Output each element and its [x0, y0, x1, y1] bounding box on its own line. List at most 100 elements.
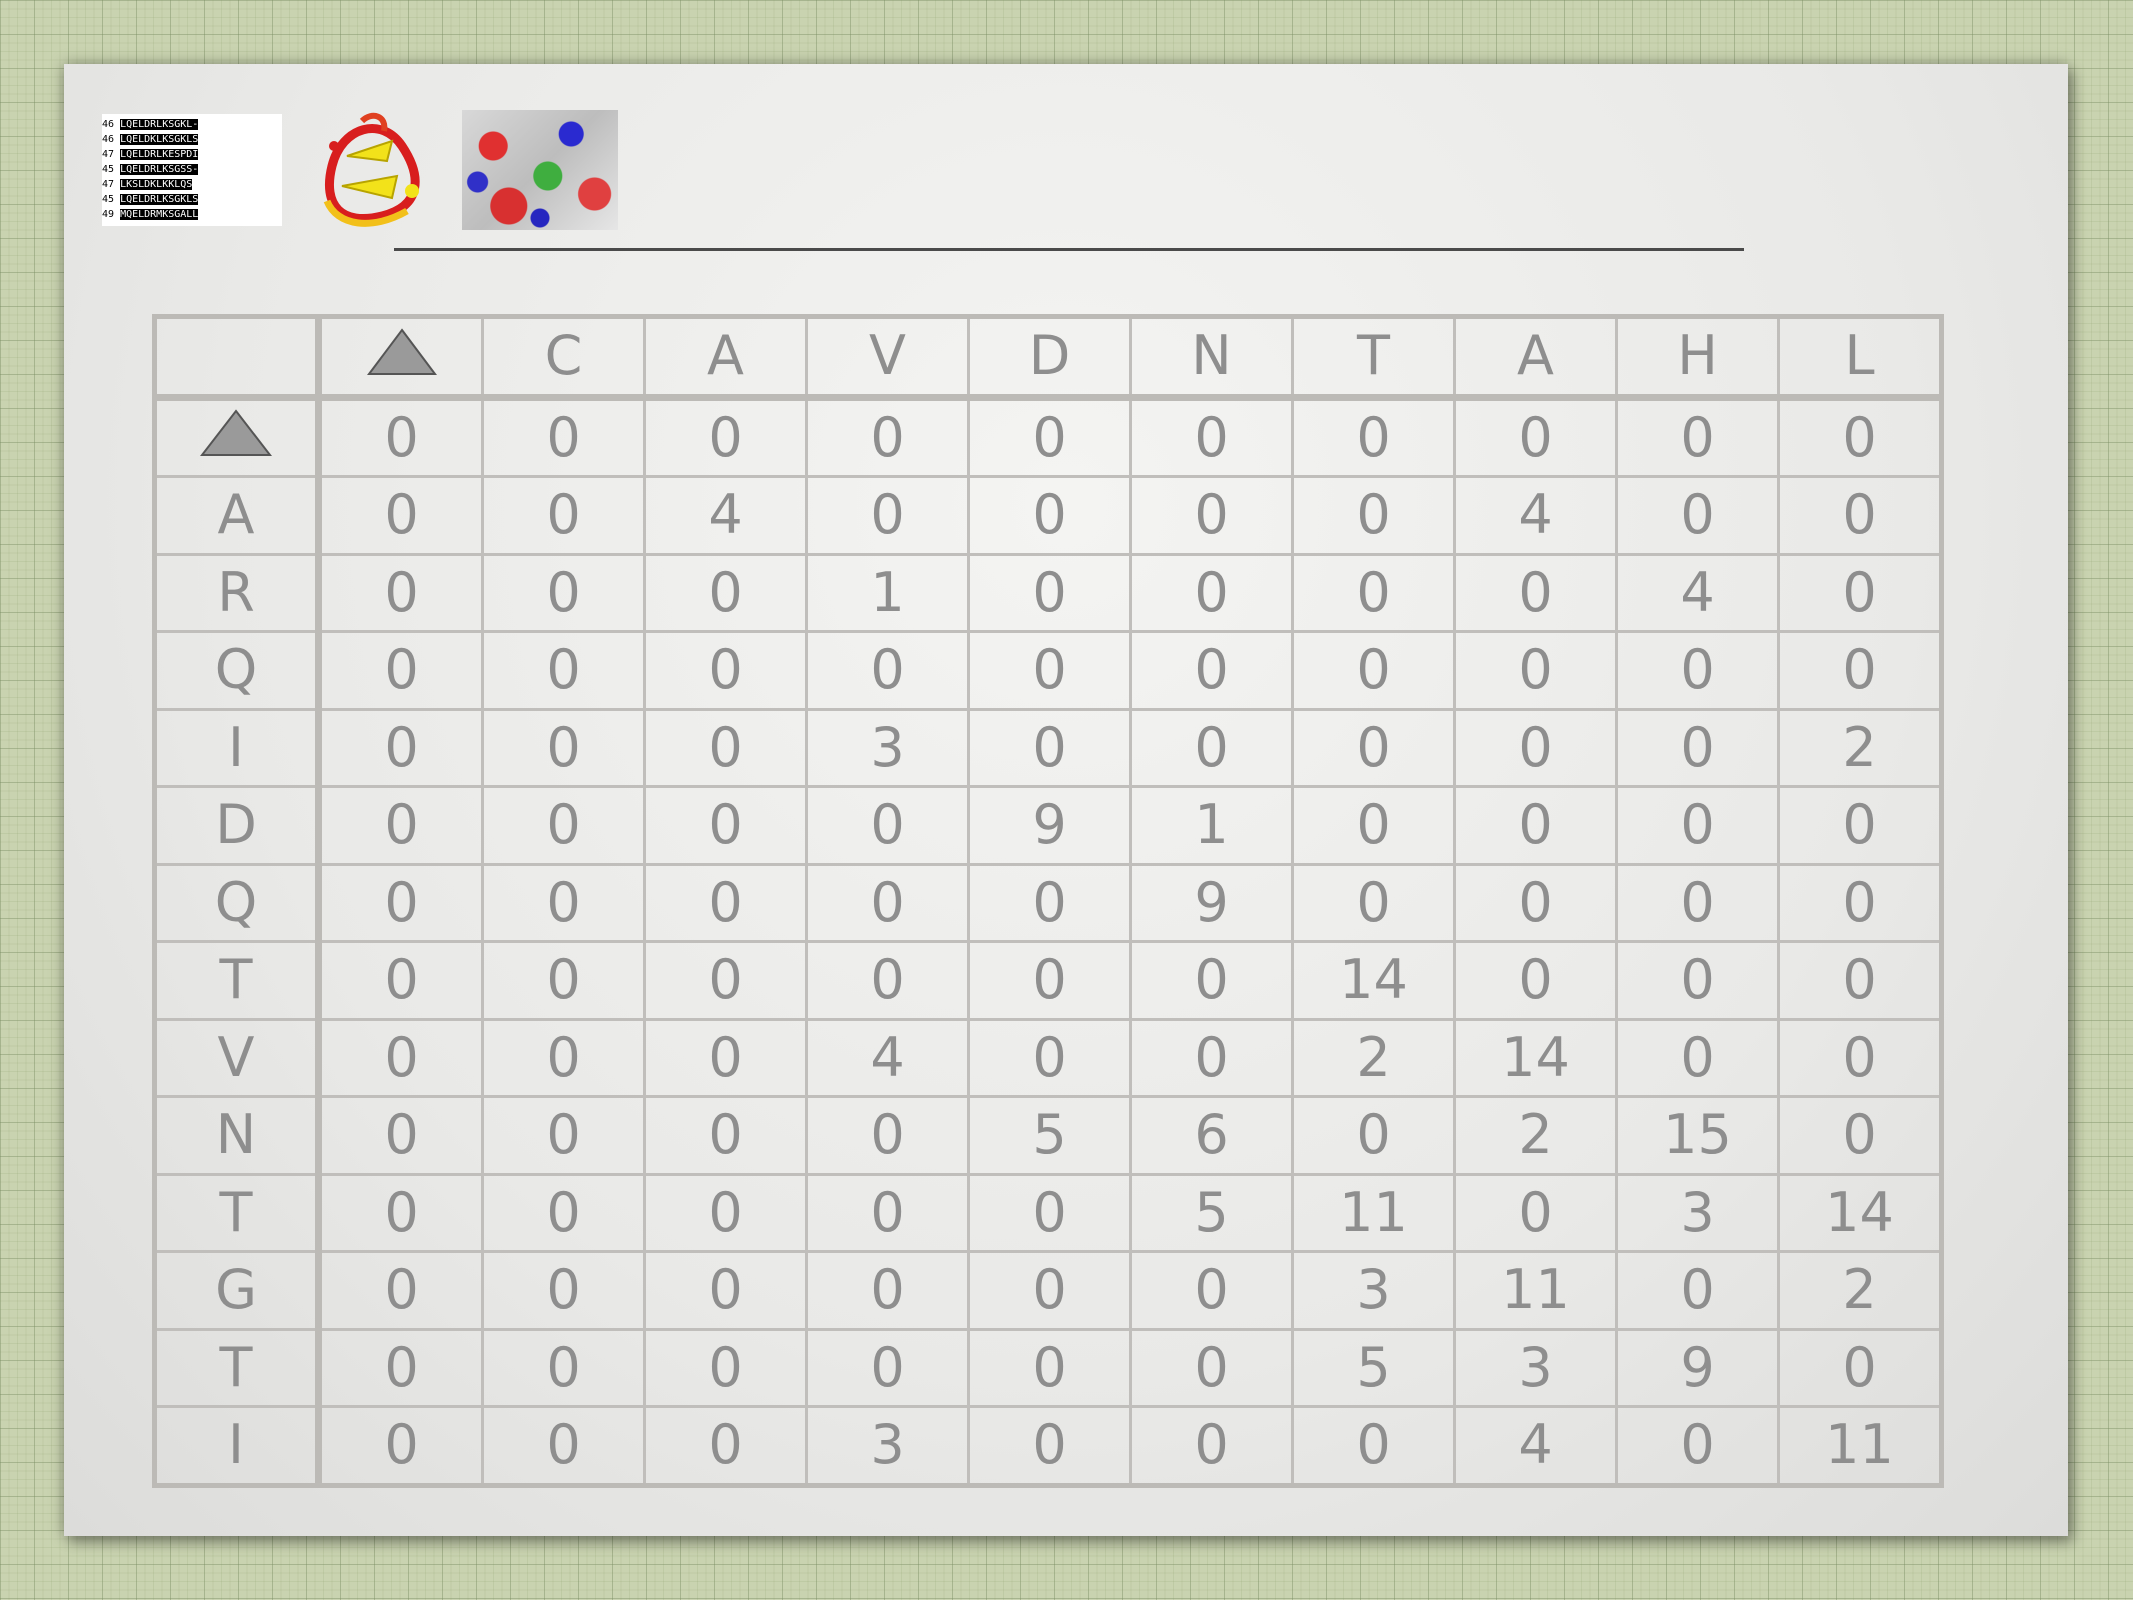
matrix-cell: 4 — [643, 475, 808, 556]
matrix-cell: 0 — [967, 1017, 1132, 1098]
row-header — [153, 395, 322, 478]
matrix-cell: 0 — [1291, 475, 1456, 556]
matrix-cell: 0 — [317, 862, 484, 943]
matrix-cell: 0 — [481, 707, 646, 788]
matrix-cell: 0 — [317, 1405, 484, 1487]
matrix-row: I0003000002 — [153, 707, 1943, 788]
matrix-cell: 3 — [805, 1405, 970, 1487]
matrix-cell: 0 — [805, 862, 970, 943]
matrix-cell: 0 — [1453, 707, 1618, 788]
alignment-line: 45 LQELDRLKSGKLS — [102, 194, 199, 205]
column-header: C — [481, 315, 646, 401]
matrix-cell: 14 — [1777, 1172, 1943, 1253]
matrix-cell: 3 — [1291, 1250, 1456, 1331]
matrix-row: 0000000000 — [153, 395, 1943, 478]
matrix-row: A0040000400 — [153, 475, 1943, 556]
matrix-row: R0001000040 — [153, 552, 1943, 633]
alignment-line: 46 LQELDRLKSGKL- — [102, 119, 199, 130]
matrix-cell: 0 — [1453, 862, 1618, 943]
matrix-cell: 0 — [1615, 862, 1780, 943]
matrix-cell: 0 — [481, 940, 646, 1021]
matrix-cell: 0 — [967, 630, 1132, 711]
matrix-cell: 0 — [317, 1250, 484, 1331]
matrix-cell: 0 — [317, 940, 484, 1021]
matrix-cell: 0 — [1129, 940, 1294, 1021]
column-header: L — [1777, 315, 1943, 401]
row-header: N — [153, 1095, 322, 1176]
matrix-cell: 0 — [1615, 395, 1780, 478]
matrix-cell: 0 — [1777, 552, 1943, 633]
matrix-cell: 0 — [643, 707, 808, 788]
matrix-cell: 0 — [805, 785, 970, 866]
matrix-cell: 0 — [643, 940, 808, 1021]
matrix-row: Q0000090000 — [153, 862, 1943, 943]
matrix-cell: 0 — [481, 1405, 646, 1487]
row-header: T — [153, 1327, 322, 1408]
matrix-cell: 0 — [1615, 630, 1780, 711]
matrix-cell: 0 — [1615, 785, 1780, 866]
matrix-cell: 0 — [967, 1250, 1132, 1331]
matrix-cell: 0 — [317, 1172, 484, 1253]
matrix-cell: 0 — [1129, 552, 1294, 633]
slide: 46 LQELDRLKSGKL- 46 LQELDKLKSGKLS 47 LQELD… — [64, 64, 2068, 1536]
matrix-cell: 0 — [1129, 707, 1294, 788]
matrix-cell: 1 — [1129, 785, 1294, 866]
matrix-cell: 0 — [1291, 1405, 1456, 1487]
matrix-cell: 0 — [1777, 940, 1943, 1021]
matrix-cell: 0 — [805, 940, 970, 1021]
matrix-corner-cell — [153, 315, 322, 401]
matrix-cell: 4 — [805, 1017, 970, 1098]
matrix-cell: 0 — [967, 862, 1132, 943]
matrix-cell: 9 — [967, 785, 1132, 866]
matrix-cell: 0 — [967, 1405, 1132, 1487]
matrix-cell: 4 — [1453, 475, 1618, 556]
matrix-cell: 0 — [1291, 707, 1456, 788]
column-header: H — [1615, 315, 1780, 401]
matrix-cell: 0 — [1453, 785, 1618, 866]
matrix-cell: 0 — [1291, 785, 1456, 866]
matrix-cell: 0 — [1453, 630, 1618, 711]
column-header: T — [1291, 315, 1456, 401]
gap-triangle-icon — [200, 409, 272, 457]
matrix-cell: 0 — [1291, 395, 1456, 478]
matrix-cell: 0 — [643, 1172, 808, 1253]
matrix-cell: 0 — [643, 1095, 808, 1176]
matrix-cell: 2 — [1453, 1095, 1618, 1176]
matrix-cell: 2 — [1291, 1017, 1456, 1098]
gap-triangle-icon — [366, 328, 437, 375]
matrix-cell: 0 — [1615, 475, 1780, 556]
row-header: Q — [153, 630, 322, 711]
matrix-cell: 4 — [1453, 1405, 1618, 1487]
protein-surface-thumbnail — [462, 110, 618, 230]
matrix-cell: 0 — [805, 475, 970, 556]
matrix-cell: 11 — [1453, 1250, 1618, 1331]
matrix-cell: 0 — [967, 395, 1132, 478]
matrix-cell: 0 — [1129, 630, 1294, 711]
matrix-cell: 0 — [643, 1250, 808, 1331]
matrix-cell: 0 — [481, 862, 646, 943]
matrix-cell: 0 — [967, 1172, 1132, 1253]
matrix-cell: 0 — [481, 1095, 646, 1176]
alignment-line: 47 LKSLDKLKKLQS — [102, 179, 193, 190]
matrix-cell: 0 — [643, 630, 808, 711]
matrix-cell: 0 — [1291, 1095, 1456, 1176]
matrix-cell: 0 — [1129, 1017, 1294, 1098]
column-header-row: CAVDNTAHL — [153, 315, 1943, 401]
matrix-cell: 0 — [1777, 862, 1943, 943]
matrix-cell: 0 — [643, 552, 808, 633]
alignment-line: 46 LQELDKLKSGKLS — [102, 134, 199, 145]
matrix-cell: 0 — [317, 707, 484, 788]
matrix-cell: 0 — [317, 785, 484, 866]
matrix-cell: 0 — [1615, 1250, 1780, 1331]
alignment-line: 47 LQELDRLKESPDI — [102, 149, 199, 160]
matrix-cell: 3 — [1615, 1172, 1780, 1253]
matrix-cell: 0 — [481, 552, 646, 633]
matrix-cell: 0 — [1615, 940, 1780, 1021]
matrix-row: G 0 0 0 0 0 0 3 11 0 2 — [153, 1250, 1943, 1331]
row-header: G — [153, 1250, 322, 1331]
column-header: A — [1453, 315, 1618, 401]
matrix-row: Q0000000000 — [153, 630, 1943, 711]
matrix-cell: 0 — [967, 1327, 1132, 1408]
matrix-cell: 0 — [1129, 1405, 1294, 1487]
row-header: Q — [153, 862, 322, 943]
